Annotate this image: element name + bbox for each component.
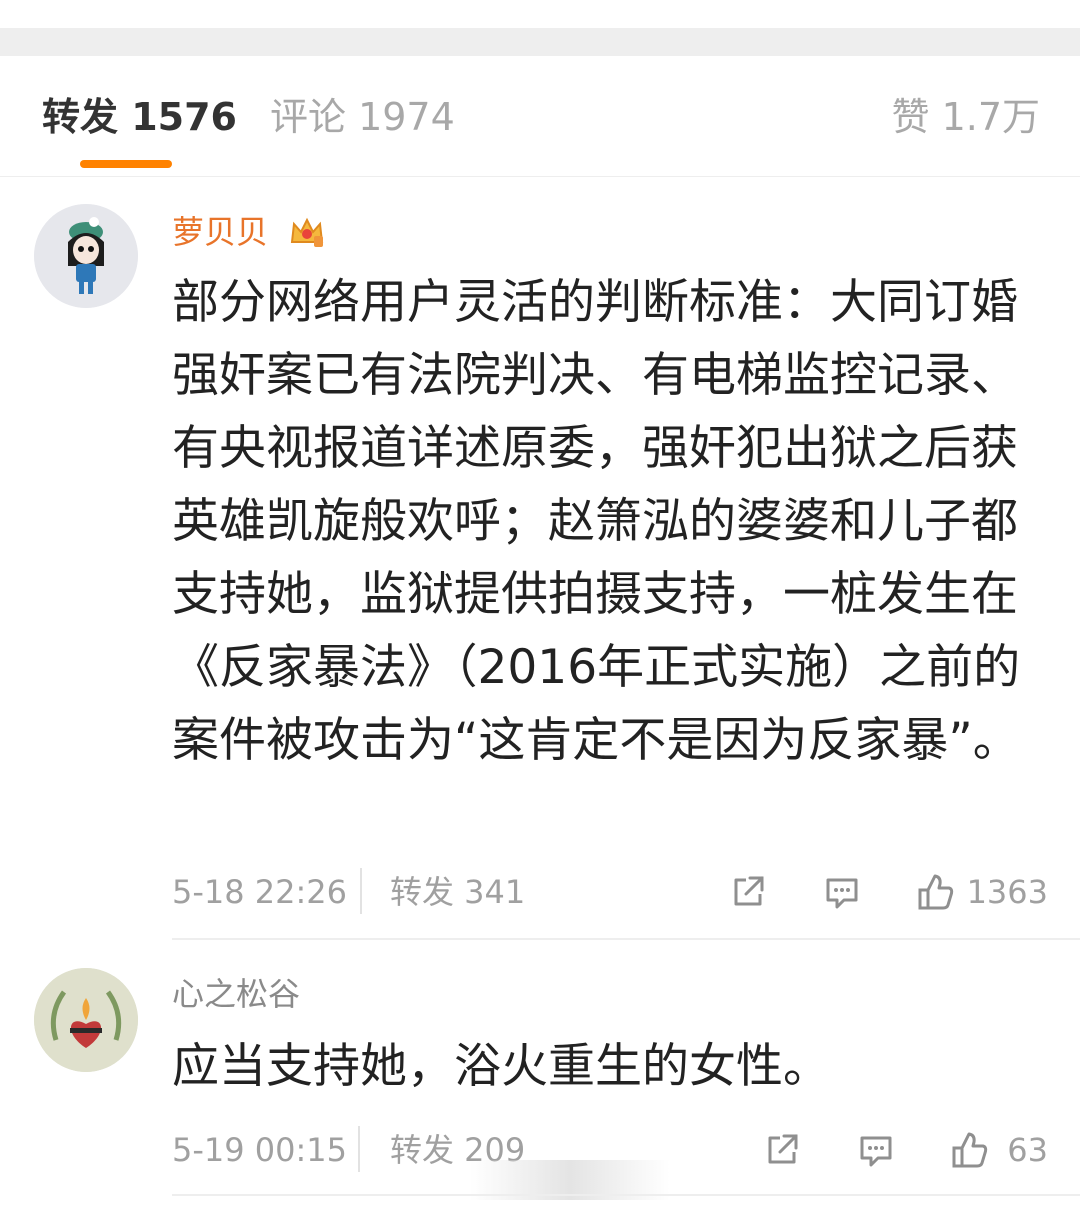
comment-meta: 5-18 22:26 转发 341 1363 — [172, 868, 1048, 916]
section-divider — [0, 28, 1080, 56]
crown-icon — [290, 217, 324, 247]
comment-icon[interactable] — [822, 872, 862, 912]
share-icon[interactable] — [762, 1130, 802, 1170]
meta-separator — [358, 1126, 360, 1172]
like-icon[interactable] — [916, 872, 956, 912]
tab-forward[interactable]: 转发 1576 — [42, 94, 237, 140]
comment-divider — [172, 938, 1080, 940]
share-icon[interactable] — [728, 872, 768, 912]
timestamp: 5-19 00:15 — [172, 1131, 348, 1169]
like-icon[interactable] — [950, 1130, 990, 1170]
tab-likes[interactable]: 赞 1.7万 — [891, 94, 1040, 140]
username[interactable]: 萝贝贝 — [172, 212, 268, 252]
comment-divider — [172, 1194, 1080, 1196]
like-count: 1363 — [966, 873, 1048, 911]
repost-count[interactable]: 转发 341 — [390, 872, 525, 912]
avatar-image — [34, 204, 138, 308]
tab-bar: 转发 1576 评论 1974 赞 1.7万 — [0, 56, 1080, 177]
timestamp: 5-18 22:26 — [172, 873, 348, 911]
active-tab-indicator — [80, 160, 172, 168]
like-count: 63 — [1007, 1131, 1048, 1169]
meta-separator — [360, 868, 362, 914]
comment-text: 部分网络用户灵活的判断标准：大同订婚强奸案已有法院判决、有电梯监控记录、有央视报… — [172, 275, 1021, 768]
comment-text: 应当支持她，浴火重生的女性。 — [172, 1039, 830, 1094]
avatar[interactable] — [34, 968, 138, 1072]
comment-icon[interactable] — [856, 1130, 896, 1170]
avatar-image — [34, 968, 138, 1072]
username[interactable]: 心之松谷 — [172, 974, 300, 1014]
tab-comments[interactable]: 评论 1974 — [270, 94, 455, 140]
avatar[interactable] — [34, 204, 138, 308]
